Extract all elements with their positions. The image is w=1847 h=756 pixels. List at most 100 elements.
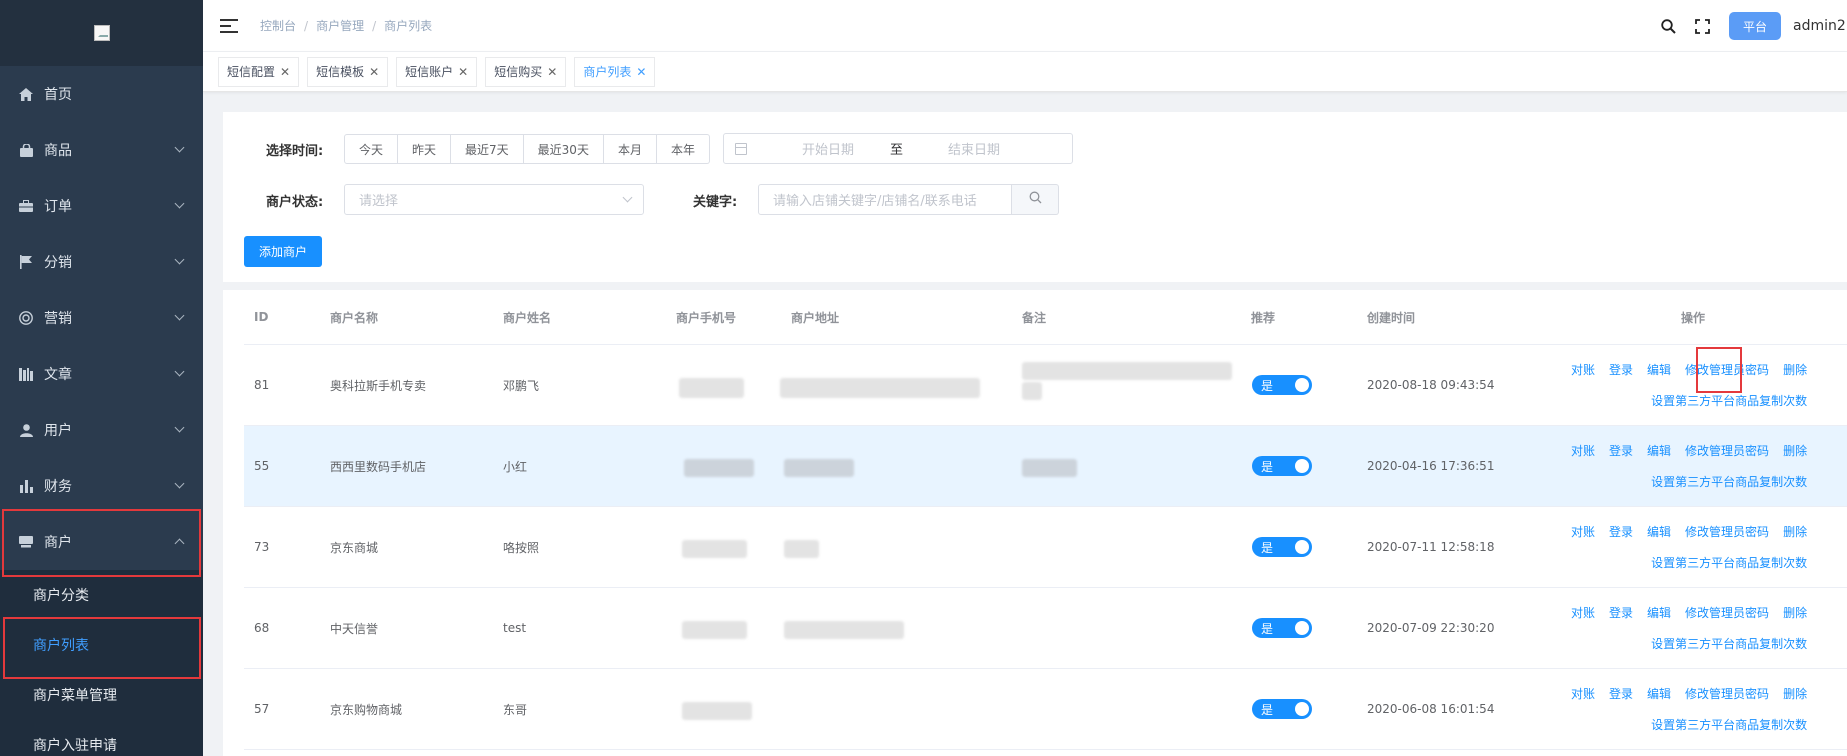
delete-link[interactable]: 删除 xyxy=(1783,523,1807,540)
login-link[interactable]: 登录 xyxy=(1609,685,1633,702)
hamburger-icon[interactable] xyxy=(220,18,238,33)
sidebar-subitem-merchant-menu[interactable]: 商户菜单管理 xyxy=(0,670,203,720)
edit-link[interactable]: 编辑 xyxy=(1647,523,1671,540)
close-icon[interactable]: ✕ xyxy=(369,65,379,79)
delete-link[interactable]: 删除 xyxy=(1783,442,1807,459)
home-icon xyxy=(18,87,34,101)
sidebar-item-articles[interactable]: 文章 xyxy=(0,346,203,402)
recommend-toggle[interactable]: 是 xyxy=(1252,345,1312,425)
tab-sms-purchase[interactable]: 短信购买 ✕ xyxy=(485,56,567,87)
change-password-link[interactable]: 修改管理员密码 xyxy=(1685,685,1769,702)
close-icon[interactable]: ✕ xyxy=(636,65,646,79)
set-copy-count-link[interactable]: 设置第三方平台商品复制次数 xyxy=(1651,637,1807,651)
change-password-link[interactable]: 修改管理员密码 xyxy=(1685,604,1769,621)
change-password-link[interactable]: 修改管理员密码 xyxy=(1685,361,1769,378)
sidebar-item-users[interactable]: 用户 xyxy=(0,402,203,458)
set-copy-count-link[interactable]: 设置第三方平台商品复制次数 xyxy=(1651,394,1807,408)
tab-merchant-list[interactable]: 商户列表 ✕ xyxy=(574,56,656,87)
breadcrumb-item[interactable]: 商户管理 xyxy=(316,17,364,34)
reconcile-link[interactable]: 对账 xyxy=(1571,442,1595,459)
reconcile-link[interactable]: 对账 xyxy=(1571,361,1595,378)
set-copy-count-link[interactable]: 设置第三方平台商品复制次数 xyxy=(1651,556,1807,570)
chevron-down-icon xyxy=(174,366,185,377)
set-copy-count-link[interactable]: 设置第三方平台商品复制次数 xyxy=(1651,475,1807,489)
target-icon xyxy=(18,311,34,325)
time-option-month[interactable]: 本月 xyxy=(603,134,657,164)
time-option-7days[interactable]: 最近7天 xyxy=(451,134,524,164)
recommend-toggle[interactable]: 是 xyxy=(1252,588,1312,668)
sidebar-subitem-label: 商户列表 xyxy=(33,638,89,654)
delete-link[interactable]: 删除 xyxy=(1783,604,1807,621)
reconcile-link[interactable]: 对账 xyxy=(1571,685,1595,702)
keyword-input[interactable]: 请输入店铺关键字/店铺名/联系电话 xyxy=(758,184,1012,215)
edit-link[interactable]: 编辑 xyxy=(1647,361,1671,378)
breadcrumb-item[interactable]: 控制台 xyxy=(260,17,296,34)
sidebar-subitem-merchant-category[interactable]: 商户分类 xyxy=(0,570,203,620)
tab-sms-template[interactable]: 短信模板 ✕ xyxy=(307,56,389,87)
tab-sms-account[interactable]: 短信账户 ✕ xyxy=(396,56,478,87)
close-icon[interactable]: ✕ xyxy=(547,65,557,79)
sidebar-item-orders[interactable]: 订单 xyxy=(0,178,203,234)
reconcile-link[interactable]: 对账 xyxy=(1571,523,1595,540)
chevron-down-icon xyxy=(174,142,185,153)
sidebar-item-label: 用户 xyxy=(44,423,72,439)
breadcrumb: 控制台 / 商户管理 / 商户列表 xyxy=(260,17,432,34)
start-date-input[interactable]: 开始日期 xyxy=(802,139,882,158)
col-address: 商户地址 xyxy=(791,310,840,325)
login-link[interactable]: 登录 xyxy=(1609,523,1633,540)
cell-id: 55 xyxy=(254,459,270,473)
reconcile-link[interactable]: 对账 xyxy=(1571,604,1595,621)
delete-link[interactable]: 删除 xyxy=(1783,685,1807,702)
cell-id: 73 xyxy=(254,540,270,554)
edit-link[interactable]: 编辑 xyxy=(1647,442,1671,459)
cell-merchant-name: 奥科拉斯手机专卖 xyxy=(330,378,427,393)
platform-button[interactable]: 平台 xyxy=(1728,12,1781,40)
tab-label: 短信配置 xyxy=(227,65,276,79)
edit-link[interactable]: 编辑 xyxy=(1647,604,1671,621)
add-merchant-button[interactable]: 添加商户 xyxy=(244,236,323,267)
keyword-search-button[interactable] xyxy=(1012,184,1059,215)
search-icon[interactable] xyxy=(1661,18,1677,34)
toggle-label: 是 xyxy=(1261,540,1274,555)
sidebar-item-marketing[interactable]: 营销 xyxy=(0,290,203,346)
bar-chart-icon xyxy=(18,479,34,493)
close-icon[interactable]: ✕ xyxy=(458,65,468,79)
calendar-icon xyxy=(735,142,747,155)
cell-merchant-name: 中天信誉 xyxy=(330,621,379,636)
sidebar-item-finance[interactable]: 财务 xyxy=(0,458,203,514)
sidebar-subitem-merchant-application[interactable]: 商户入驻申请 xyxy=(0,720,203,756)
fullscreen-icon[interactable] xyxy=(1695,18,1711,34)
set-copy-count-link[interactable]: 设置第三方平台商品复制次数 xyxy=(1651,718,1807,732)
sidebar-item-merchants[interactable]: 商户 xyxy=(0,514,203,570)
date-range-picker[interactable]: 开始日期 至 结束日期 xyxy=(723,133,1073,164)
redacted-address xyxy=(780,378,980,398)
time-option-yesterday[interactable]: 昨天 xyxy=(398,134,452,164)
recommend-toggle[interactable]: 是 xyxy=(1252,669,1312,749)
cell-created-time: 2020-07-09 22:30:20 xyxy=(1367,621,1495,635)
redacted-remark xyxy=(1022,459,1077,477)
end-date-input[interactable]: 结束日期 xyxy=(948,139,1000,158)
user-name[interactable]: admin2 xyxy=(1793,18,1845,34)
sidebar-item-products[interactable]: 商品 xyxy=(0,122,203,178)
keyword-label: 关键字: xyxy=(693,195,738,210)
edit-link[interactable]: 编辑 xyxy=(1647,685,1671,702)
login-link[interactable]: 登录 xyxy=(1609,442,1633,459)
time-option-30days[interactable]: 最近30天 xyxy=(523,134,604,164)
time-option-today[interactable]: 今天 xyxy=(344,134,399,164)
time-option-year[interactable]: 本年 xyxy=(656,134,710,164)
recommend-toggle[interactable]: 是 xyxy=(1252,507,1312,587)
login-link[interactable]: 登录 xyxy=(1609,604,1633,621)
sidebar-item-home[interactable]: 首页 xyxy=(0,66,203,122)
col-id: ID xyxy=(254,310,269,324)
sidebar-subitem-merchant-list[interactable]: 商户列表 xyxy=(0,620,203,670)
tab-sms-config[interactable]: 短信配置 ✕ xyxy=(218,56,300,87)
login-link[interactable]: 登录 xyxy=(1609,361,1633,378)
delete-link[interactable]: 删除 xyxy=(1783,361,1807,378)
close-icon[interactable]: ✕ xyxy=(280,65,290,79)
change-password-link[interactable]: 修改管理员密码 xyxy=(1685,523,1769,540)
sidebar-item-distribution[interactable]: 分销 xyxy=(0,234,203,290)
recommend-toggle[interactable]: 是 xyxy=(1252,426,1312,506)
logo-image[interactable] xyxy=(93,25,110,41)
change-password-link[interactable]: 修改管理员密码 xyxy=(1685,442,1769,459)
status-select[interactable]: 请选择 xyxy=(344,184,644,215)
